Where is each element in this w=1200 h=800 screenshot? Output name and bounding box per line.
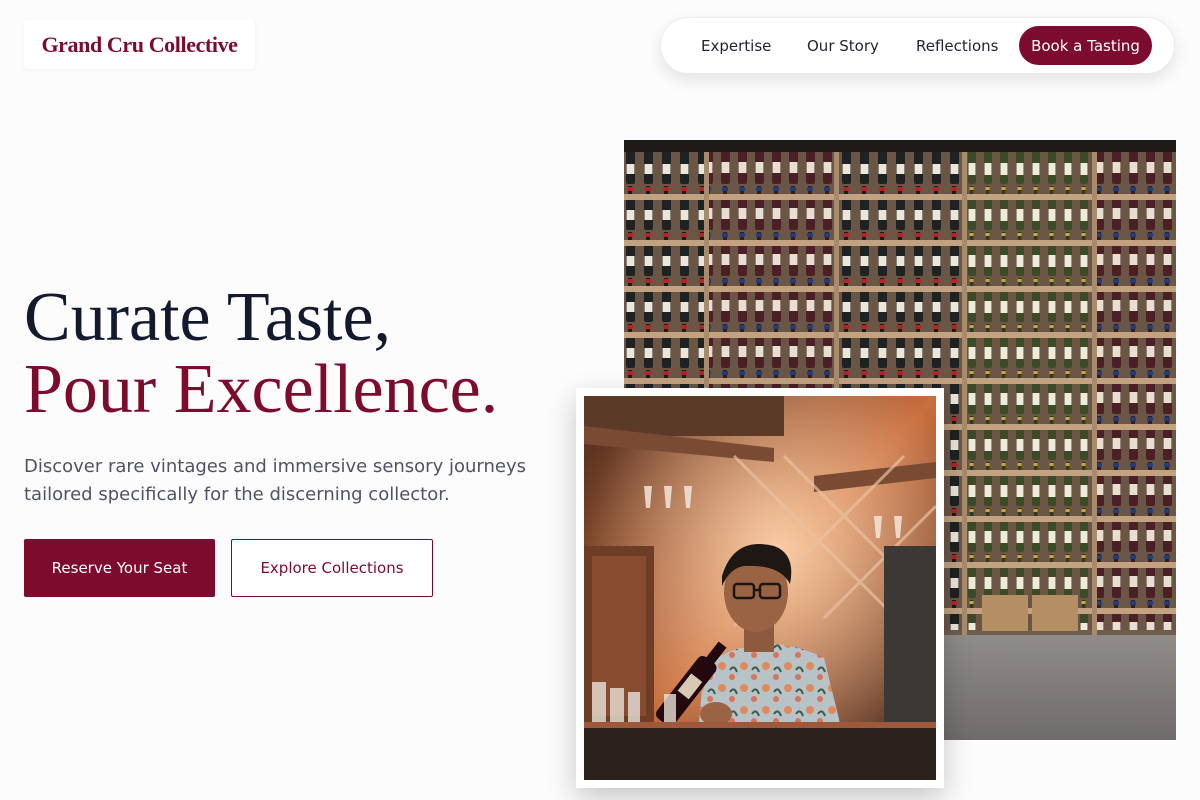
explore-collections-button[interactable]: Explore Collections [231, 539, 433, 597]
hero-title: Curate Taste, Pour Excellence. [24, 282, 584, 426]
bartender-illustration [584, 396, 936, 780]
landing-page: Grand Cru Collective Expertise Our Story… [0, 0, 1200, 800]
nav-link-reflections[interactable]: Reflections [916, 37, 998, 55]
nav-link-our-story[interactable]: Our Story [807, 37, 879, 55]
main-nav: Expertise Our Story Reflections Book a T… [660, 17, 1175, 74]
hero-title-line-2: Pour Excellence. [24, 351, 499, 428]
book-tasting-button[interactable]: Book a Tasting [1019, 26, 1152, 65]
brand-name: Grand Cru Collective [41, 31, 238, 57]
hero-title-line-1: Curate Taste, [24, 279, 392, 356]
hero-subtitle: Discover rare vintages and immersive sen… [24, 456, 526, 505]
brand-logo[interactable]: Grand Cru Collective [24, 20, 255, 69]
bartender-card [576, 388, 944, 788]
reserve-seat-button[interactable]: Reserve Your Seat [24, 539, 215, 597]
bartender-image [584, 396, 936, 780]
nav-link-expertise[interactable]: Expertise [701, 37, 771, 55]
